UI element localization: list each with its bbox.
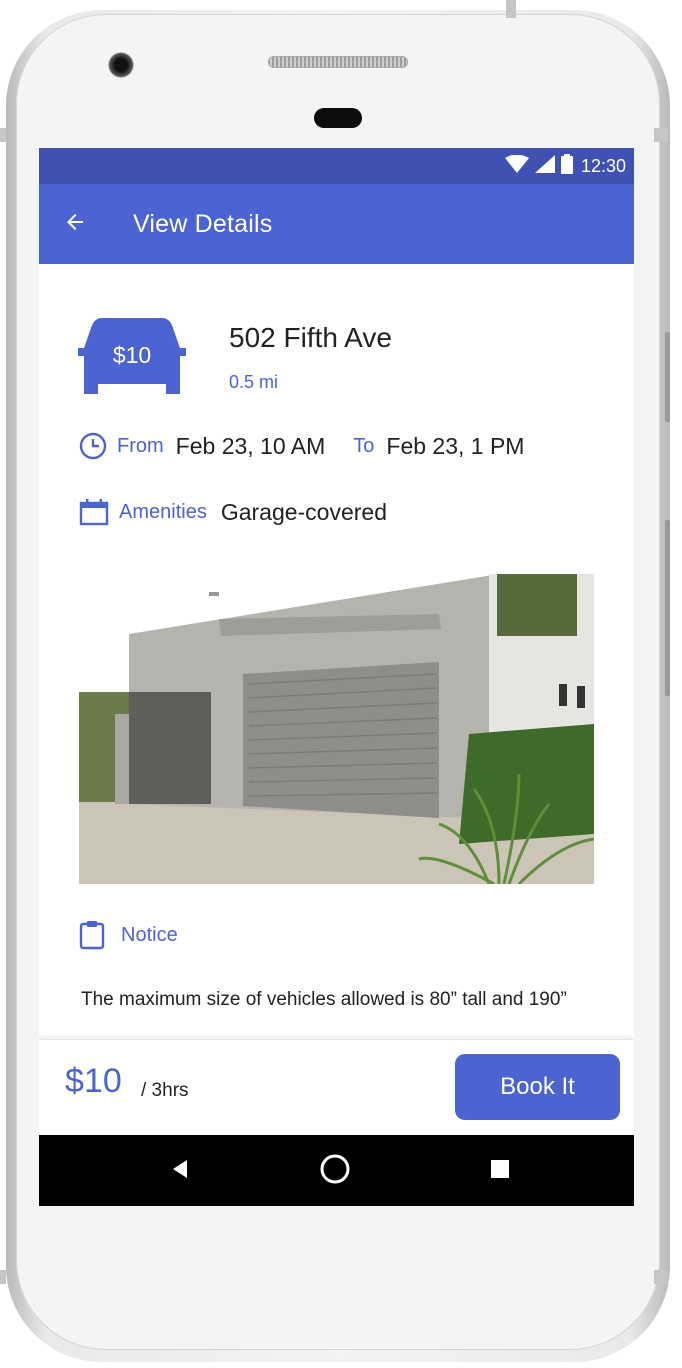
to-value: Feb 23, 1 PM xyxy=(386,432,525,459)
notice-header: Notice xyxy=(79,920,178,950)
page-title: View Details xyxy=(133,209,273,238)
booking-duration: / 3hrs xyxy=(141,1080,189,1101)
back-button[interactable] xyxy=(43,192,107,256)
price-badge-label: $10 xyxy=(112,342,152,368)
antenna-line-top xyxy=(506,0,516,18)
system-nav-bar xyxy=(39,1135,634,1206)
listing-address: 502 Fifth Ave xyxy=(229,322,392,353)
nav-back-icon xyxy=(173,1159,189,1183)
nav-home-icon xyxy=(319,1153,351,1190)
screen: 12:30 View Details $10 502 Fifth Ave 0.5… xyxy=(39,148,634,1206)
nav-recents-icon xyxy=(491,1159,509,1183)
back-arrow-icon xyxy=(63,210,87,239)
power-button[interactable] xyxy=(665,332,670,422)
amenities-value: Garage-covered xyxy=(220,498,388,525)
volume-button[interactable] xyxy=(665,520,670,696)
speaker-grille xyxy=(268,56,408,68)
nav-recents-button[interactable] xyxy=(482,1153,518,1189)
car-icon xyxy=(76,318,188,406)
book-it-button[interactable]: Book It xyxy=(455,1054,620,1120)
amenities-row: Amenities Garage-covered xyxy=(79,498,387,526)
clock-icon xyxy=(79,432,107,460)
nav-home-button[interactable] xyxy=(317,1153,353,1189)
price-badge: $10 xyxy=(76,314,188,402)
status-time: 12:30 xyxy=(580,155,626,176)
from-value: Feb 23, 10 AM xyxy=(175,432,326,459)
notice-text: The maximum size of vehicles allowed is … xyxy=(81,989,567,1010)
signal-icon xyxy=(534,154,555,178)
clipboard-icon xyxy=(79,920,105,950)
wifi-icon xyxy=(504,154,529,178)
earpiece xyxy=(314,108,362,128)
app-bar: View Details xyxy=(39,184,634,264)
garage-photo xyxy=(79,574,594,884)
antenna-line-right xyxy=(654,128,668,142)
status-icons xyxy=(504,153,573,179)
front-camera xyxy=(108,52,134,78)
antenna-line-left-bottom xyxy=(0,1270,6,1284)
details-content: $10 502 Fifth Ave 0.5 mi From Feb 23, 10… xyxy=(39,264,634,1039)
notice-label: Notice xyxy=(121,923,178,946)
booking-price: $10 xyxy=(65,1062,122,1100)
booking-bar: $10 / 3hrs Book It xyxy=(39,1039,634,1135)
antenna-line-right-bottom xyxy=(654,1270,668,1284)
listing-distance: 0.5 mi xyxy=(229,372,279,392)
status-bar: 12:30 xyxy=(39,148,634,184)
time-range-row: From Feb 23, 10 AM To Feb 23, 1 PM xyxy=(79,432,524,460)
antenna-line-left xyxy=(0,128,6,142)
calendar-icon xyxy=(79,498,109,526)
nav-back-button[interactable] xyxy=(163,1153,199,1189)
from-label: From xyxy=(117,434,164,457)
to-label: To xyxy=(353,434,375,457)
amenities-label: Amenities xyxy=(119,500,207,523)
battery-icon xyxy=(560,153,573,179)
